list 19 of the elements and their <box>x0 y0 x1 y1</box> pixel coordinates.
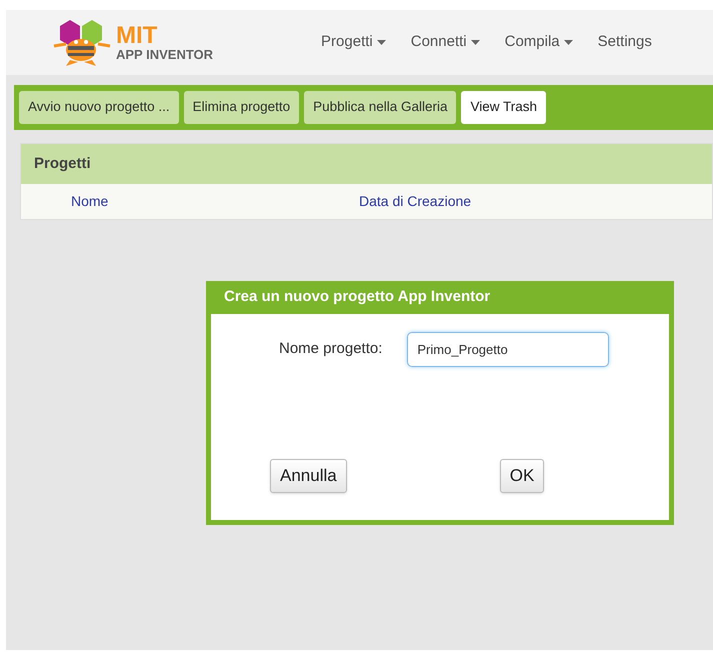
column-header[interactable]: Data di Creazione <box>359 191 472 212</box>
dialog-button[interactable]: OK <box>500 459 544 493</box>
menu-item[interactable]: Compila <box>504 31 573 54</box>
logo-title: MIT <box>116 24 158 48</box>
toolbar-button[interactable]: Pubblica nella Galleria <box>304 91 456 124</box>
toolbar-button[interactable]: Elimina progetto <box>184 91 300 124</box>
dialog-title: Crea un nuovo progetto App Inventor <box>224 287 490 308</box>
bee-logo-icon <box>52 20 112 66</box>
toolbar-button[interactable]: Avvio nuovo progetto ... <box>19 91 179 124</box>
logo-subtitle: APP INVENTOR <box>116 48 214 61</box>
dialog-button[interactable]: Annulla <box>270 459 347 493</box>
column-header[interactable]: Nome <box>71 191 359 212</box>
input-field[interactable]: Primo_Progetto <box>407 332 610 367</box>
menu-item[interactable]: Progetti <box>321 31 386 54</box>
menu-item[interactable]: Settings <box>598 31 652 54</box>
menu-item[interactable]: Connetti <box>410 31 480 54</box>
toolbar-button[interactable]: View Trash <box>461 91 546 124</box>
panel-title: Progetti <box>34 154 91 174</box>
field-label: Nome progetto: <box>279 339 382 360</box>
